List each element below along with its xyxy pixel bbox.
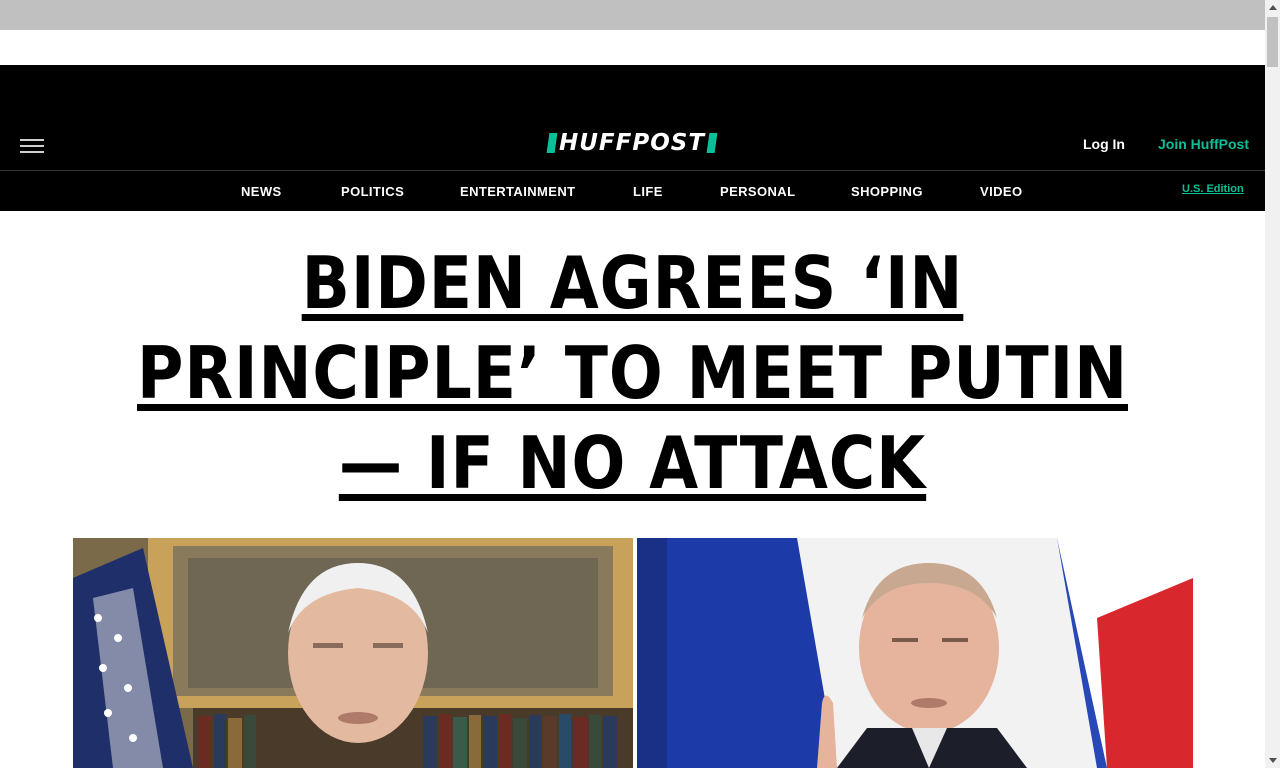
nav-item-video[interactable]: VIDEO: [980, 184, 1022, 199]
browser-top-bar: [0, 0, 1265, 30]
huffpost-logo[interactable]: HUFFPOST: [546, 130, 718, 156]
scrollbar-thumb[interactable]: [1267, 17, 1278, 67]
site-header: HUFFPOST Log In Join HuffPost NEWS POLIT…: [0, 65, 1265, 211]
logo-left-bar: [546, 133, 558, 153]
nav-item-entertainment[interactable]: ENTERTAINMENT: [460, 184, 575, 199]
scroll-up-arrow-icon[interactable]: [1265, 0, 1280, 15]
join-huffpost-link[interactable]: Join HuffPost: [1158, 136, 1249, 152]
hamburger-menu-icon[interactable]: [20, 137, 44, 155]
putin-photo-illustration: [637, 538, 1193, 768]
article-headline-link[interactable]: BIDEN AGREES ‘IN PRINCIPLE’ TO MEET PUTI…: [129, 238, 1137, 508]
nav-item-news[interactable]: NEWS: [241, 184, 282, 199]
ad-strip: [0, 30, 1265, 65]
logo-text: HUFFPOST: [559, 130, 706, 156]
main-nav: NEWS POLITICS ENTERTAINMENT LIFE PERSONA…: [0, 171, 1265, 211]
headline-container: BIDEN AGREES ‘IN PRINCIPLE’ TO MEET PUTI…: [60, 238, 1205, 508]
putin-photo[interactable]: [637, 538, 1193, 768]
biden-photo[interactable]: [73, 538, 633, 768]
edition-selector-link[interactable]: U.S. Edition: [1182, 183, 1244, 195]
nav-item-shopping[interactable]: SHOPPING: [851, 184, 923, 199]
login-link[interactable]: Log In: [1083, 136, 1125, 152]
vertical-scrollbar[interactable]: [1265, 0, 1280, 768]
nav-item-life[interactable]: LIFE: [633, 184, 663, 199]
nav-item-personal[interactable]: PERSONAL: [720, 184, 795, 199]
logo-right-bar: [706, 133, 718, 153]
biden-photo-illustration: [73, 538, 633, 768]
scroll-down-arrow-icon[interactable]: [1265, 753, 1280, 768]
nav-item-politics[interactable]: POLITICS: [341, 184, 404, 199]
